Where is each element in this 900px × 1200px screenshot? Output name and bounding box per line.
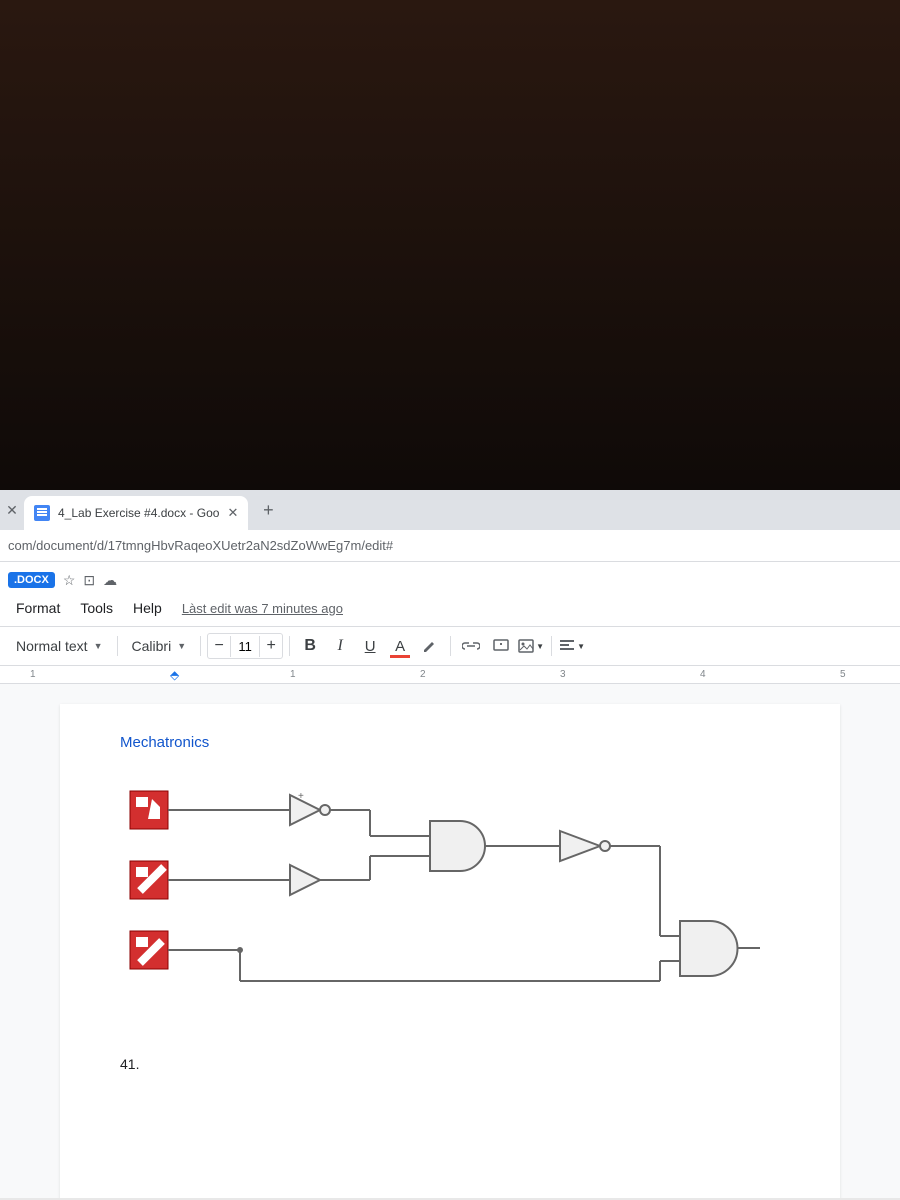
menu-tools[interactable]: Tools bbox=[72, 596, 121, 620]
circuit-diagram-image[interactable]: + bbox=[120, 781, 780, 1016]
link-icon bbox=[462, 640, 480, 652]
docs-header: .DOCX ☆ ⊡ ☁ Format Tools Help Làst edit … bbox=[0, 562, 900, 626]
document-canvas[interactable]: Mechatronics bbox=[0, 684, 900, 1198]
document-heading[interactable]: Mechatronics bbox=[120, 734, 780, 751]
separator bbox=[551, 636, 552, 656]
move-icon[interactable]: ⊡ bbox=[83, 572, 95, 589]
address-bar[interactable]: com/document/d/17tmngHbvRaqeoXUetr2aN2sd… bbox=[0, 530, 900, 562]
menu-bar: Format Tools Help Làst edit was 7 minute… bbox=[8, 594, 892, 622]
separator bbox=[450, 636, 451, 656]
italic-button[interactable]: I bbox=[326, 632, 354, 660]
increase-font-button[interactable]: + bbox=[260, 634, 282, 658]
prev-tab-close-icon[interactable]: ✕ bbox=[0, 490, 24, 530]
font-size-input[interactable]: 11 bbox=[230, 636, 260, 657]
align-button[interactable]: ▼ bbox=[558, 632, 586, 660]
comment-icon bbox=[493, 638, 509, 654]
docs-favicon bbox=[34, 505, 50, 521]
photo-dark-area bbox=[0, 0, 900, 490]
chevron-down-icon: ▼ bbox=[577, 642, 585, 651]
bold-button[interactable]: B bbox=[296, 632, 324, 660]
ruler-mark: 2 bbox=[420, 669, 426, 680]
insert-image-button[interactable]: ▼ bbox=[517, 632, 545, 660]
font-label: Calibri bbox=[132, 638, 172, 654]
star-icon[interactable]: ☆ bbox=[63, 572, 76, 589]
highlighter-icon bbox=[422, 638, 438, 654]
menu-help[interactable]: Help bbox=[125, 596, 170, 620]
svg-text:+: + bbox=[298, 791, 304, 802]
url-text: com/document/d/17tmngHbvRaqeoXUetr2aN2sd… bbox=[8, 538, 393, 553]
ruler[interactable]: 1 ⬘ 1 2 3 4 5 bbox=[0, 666, 900, 684]
ruler-mark: 3 bbox=[560, 669, 566, 680]
new-tab-button[interactable]: + bbox=[254, 496, 282, 524]
insert-link-button[interactable] bbox=[457, 632, 485, 660]
underline-button[interactable]: U bbox=[356, 632, 384, 660]
ruler-mark: 1 bbox=[290, 669, 296, 680]
chevron-down-icon: ▼ bbox=[177, 641, 186, 651]
separator bbox=[117, 636, 118, 656]
browser-tab[interactable]: 4_Lab Exercise #4.docx - Goo ✕ bbox=[24, 496, 248, 530]
ruler-mark: 4 bbox=[700, 669, 706, 680]
paragraph-style-label: Normal text bbox=[16, 638, 88, 654]
page: Mechatronics bbox=[60, 704, 840, 1198]
docx-badge: .DOCX bbox=[8, 572, 55, 588]
browser-window: ✕ 4_Lab Exercise #4.docx - Goo ✕ + com/d… bbox=[0, 490, 900, 1200]
text-color-button[interactable]: A bbox=[386, 632, 414, 660]
paragraph-style-select[interactable]: Normal text ▼ bbox=[8, 634, 111, 658]
chevron-down-icon: ▼ bbox=[94, 641, 103, 651]
logic-circuit: + bbox=[120, 781, 760, 1011]
close-tab-icon[interactable]: ✕ bbox=[227, 505, 238, 521]
toolbar: Normal text ▼ Calibri ▼ − 11 + B I U A bbox=[0, 626, 900, 666]
highlight-button[interactable] bbox=[416, 632, 444, 660]
font-size-control: − 11 + bbox=[207, 633, 283, 659]
font-select[interactable]: Calibri ▼ bbox=[124, 634, 195, 658]
cloud-icon[interactable]: ☁ bbox=[103, 572, 117, 589]
align-icon bbox=[559, 639, 575, 653]
menu-format[interactable]: Format bbox=[8, 596, 68, 620]
tab-title: 4_Lab Exercise #4.docx - Goo bbox=[58, 506, 219, 520]
separator bbox=[289, 636, 290, 656]
tab-strip: ✕ 4_Lab Exercise #4.docx - Goo ✕ + bbox=[0, 490, 900, 530]
decrease-font-button[interactable]: − bbox=[208, 634, 230, 658]
title-row: .DOCX ☆ ⊡ ☁ bbox=[8, 566, 892, 594]
indent-marker-icon[interactable]: ⬘ bbox=[170, 668, 179, 682]
ruler-mark: 1 bbox=[30, 669, 36, 680]
add-comment-button[interactable] bbox=[487, 632, 515, 660]
list-number[interactable]: 41. bbox=[120, 1056, 780, 1072]
image-icon bbox=[518, 638, 534, 654]
last-edit-link[interactable]: Làst edit was 7 minutes ago bbox=[182, 601, 343, 616]
chevron-down-icon: ▼ bbox=[536, 642, 544, 651]
ruler-mark: 5 bbox=[840, 669, 846, 680]
separator bbox=[200, 636, 201, 656]
